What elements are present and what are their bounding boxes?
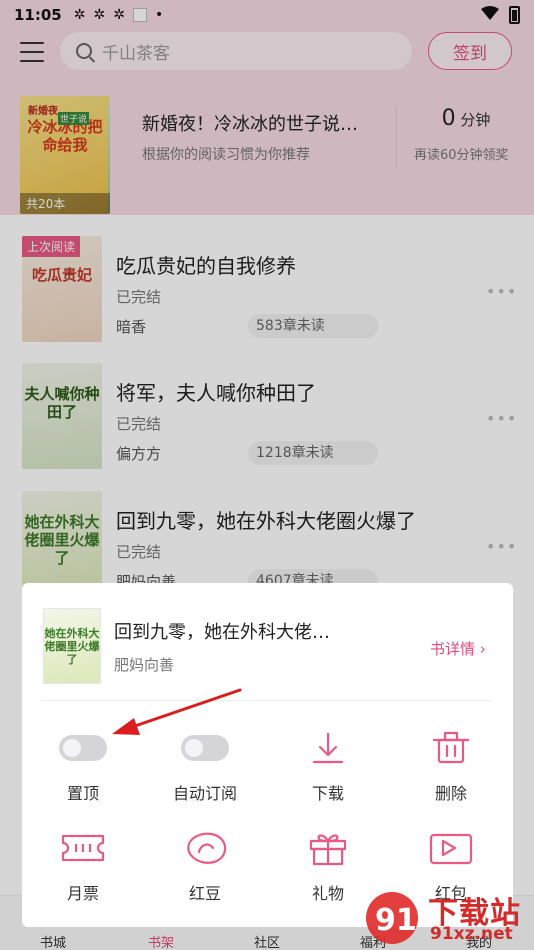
book-action-sheet: 她在外科大佬圈里火爆了 回到九零，她在外科大佬… 肥妈向善 书详情 › 置顶 自… — [22, 583, 513, 927]
trash-icon — [426, 728, 476, 768]
toggle-off-icon[interactable] — [59, 735, 107, 761]
divider — [42, 700, 493, 701]
sheet-book-author: 肥妈向善 — [114, 656, 175, 674]
watermark-url: 91xz.net — [430, 924, 513, 944]
red-envelope-icon — [426, 828, 476, 868]
watermark-badge-text: 91 — [375, 903, 417, 938]
book-detail-link[interactable]: 书详情 › — [430, 638, 486, 659]
download-icon — [303, 728, 353, 768]
bean-icon — [180, 828, 230, 868]
watermark: 91 下载站 91xz.net — [362, 882, 534, 950]
sheet-book-cover: 她在外科大佬圈里火爆了 — [43, 608, 101, 684]
toggle-off-icon[interactable] — [181, 735, 229, 761]
watermark-logo-icon: 91 — [366, 892, 418, 944]
sheet-book-title: 回到九零，她在外科大佬… — [114, 622, 330, 643]
gift-icon — [303, 828, 353, 868]
ticket-icon — [58, 828, 108, 868]
